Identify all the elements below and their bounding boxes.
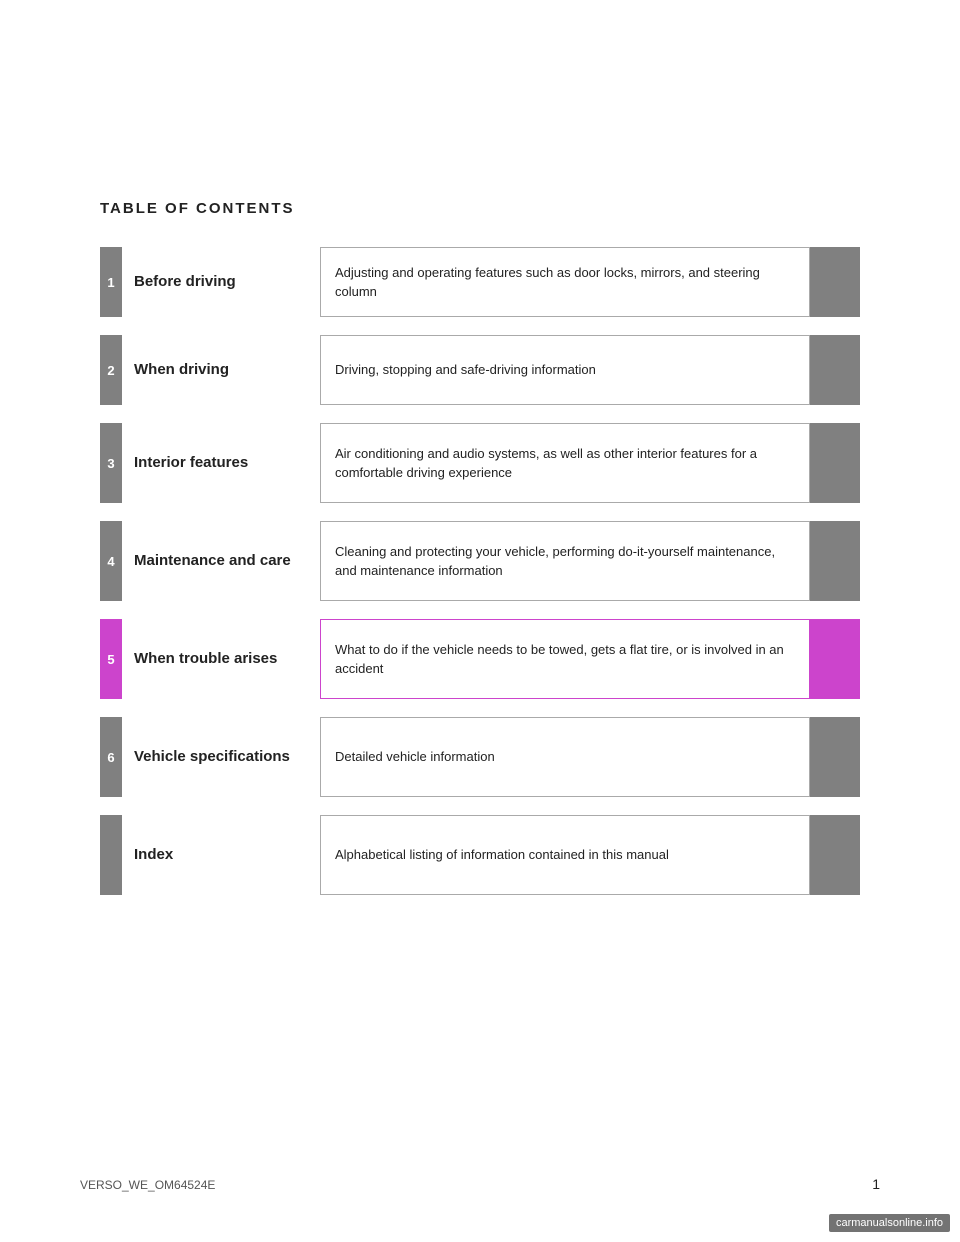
toc-left-index: Index — [100, 815, 320, 895]
toc-accent-block-maintenance-and-care — [810, 521, 860, 601]
toc-desc-maintenance-and-care: Cleaning and protecting your vehicle, pe… — [320, 521, 810, 601]
toc-left-maintenance-and-care: 4Maintenance and care — [100, 521, 320, 601]
toc-number-vehicle-specifications: 6 — [100, 717, 122, 797]
toc-number-index — [100, 815, 122, 895]
toc-entry-maintenance-and-care[interactable]: 4Maintenance and careCleaning and protec… — [100, 521, 860, 601]
toc-entry-when-trouble-arises[interactable]: 5When trouble arisesWhat to do if the ve… — [100, 619, 860, 699]
toc-right-interior-features: Air conditioning and audio systems, as w… — [320, 423, 860, 503]
toc-label-maintenance-and-care: Maintenance and care — [122, 551, 291, 571]
toc-right-when-driving: Driving, stopping and safe-driving infor… — [320, 335, 860, 405]
toc-desc-when-trouble-arises: What to do if the vehicle needs to be to… — [320, 619, 810, 699]
toc-left-when-trouble-arises: 5When trouble arises — [100, 619, 320, 699]
toc-label-when-trouble-arises: When trouble arises — [122, 649, 277, 669]
toc-entries: 1Before drivingAdjusting and operating f… — [100, 247, 860, 895]
toc-right-when-trouble-arises: What to do if the vehicle needs to be to… — [320, 619, 860, 699]
toc-left-when-driving: 2When driving — [100, 335, 320, 405]
toc-number-when-driving: 2 — [100, 335, 122, 405]
watermark: carmanualsonline.info — [829, 1214, 950, 1232]
page-number: 1 — [872, 1176, 880, 1192]
toc-accent-block-when-trouble-arises — [810, 619, 860, 699]
toc-number-interior-features: 3 — [100, 423, 122, 503]
toc-desc-interior-features: Air conditioning and audio systems, as w… — [320, 423, 810, 503]
toc-accent-block-interior-features — [810, 423, 860, 503]
toc-desc-vehicle-specifications: Detailed vehicle information — [320, 717, 810, 797]
toc-entry-when-driving[interactable]: 2When drivingDriving, stopping and safe-… — [100, 335, 860, 405]
toc-entry-interior-features[interactable]: 3Interior featuresAir conditioning and a… — [100, 423, 860, 503]
footer-text: VERSO_WE_OM64524E — [80, 1178, 215, 1192]
toc-right-before-driving: Adjusting and operating features such as… — [320, 247, 860, 317]
toc-label-when-driving: When driving — [122, 360, 229, 380]
toc-left-before-driving: 1Before driving — [100, 247, 320, 317]
toc-entry-before-driving[interactable]: 1Before drivingAdjusting and operating f… — [100, 247, 860, 317]
toc-desc-when-driving: Driving, stopping and safe-driving infor… — [320, 335, 810, 405]
toc-label-interior-features: Interior features — [122, 453, 248, 473]
toc-accent-block-when-driving — [810, 335, 860, 405]
toc-section: TABLE OF CONTENTS 1Before drivingAdjusti… — [0, 0, 960, 955]
toc-accent-block-before-driving — [810, 247, 860, 317]
toc-label-vehicle-specifications: Vehicle specifications — [122, 747, 290, 767]
page-container: TABLE OF CONTENTS 1Before drivingAdjusti… — [0, 0, 960, 1242]
toc-number-before-driving: 1 — [100, 247, 122, 317]
toc-label-index: Index — [122, 845, 173, 865]
toc-number-when-trouble-arises: 5 — [100, 619, 122, 699]
toc-desc-index: Alphabetical listing of information cont… — [320, 815, 810, 895]
toc-entry-index[interactable]: Index Alphabetical listing of information… — [100, 815, 860, 895]
toc-entry-vehicle-specifications[interactable]: 6Vehicle specificationsDetailed vehicle … — [100, 717, 860, 797]
toc-desc-before-driving: Adjusting and operating features such as… — [320, 247, 810, 317]
toc-left-vehicle-specifications: 6Vehicle specifications — [100, 717, 320, 797]
toc-accent-block-index — [810, 815, 860, 895]
toc-right-index: Alphabetical listing of information cont… — [320, 815, 860, 895]
toc-number-maintenance-and-care: 4 — [100, 521, 122, 601]
toc-right-maintenance-and-care: Cleaning and protecting your vehicle, pe… — [320, 521, 860, 601]
toc-title: TABLE OF CONTENTS — [100, 200, 860, 217]
toc-accent-block-vehicle-specifications — [810, 717, 860, 797]
toc-right-vehicle-specifications: Detailed vehicle information — [320, 717, 860, 797]
toc-left-interior-features: 3Interior features — [100, 423, 320, 503]
toc-label-before-driving: Before driving — [122, 272, 236, 292]
